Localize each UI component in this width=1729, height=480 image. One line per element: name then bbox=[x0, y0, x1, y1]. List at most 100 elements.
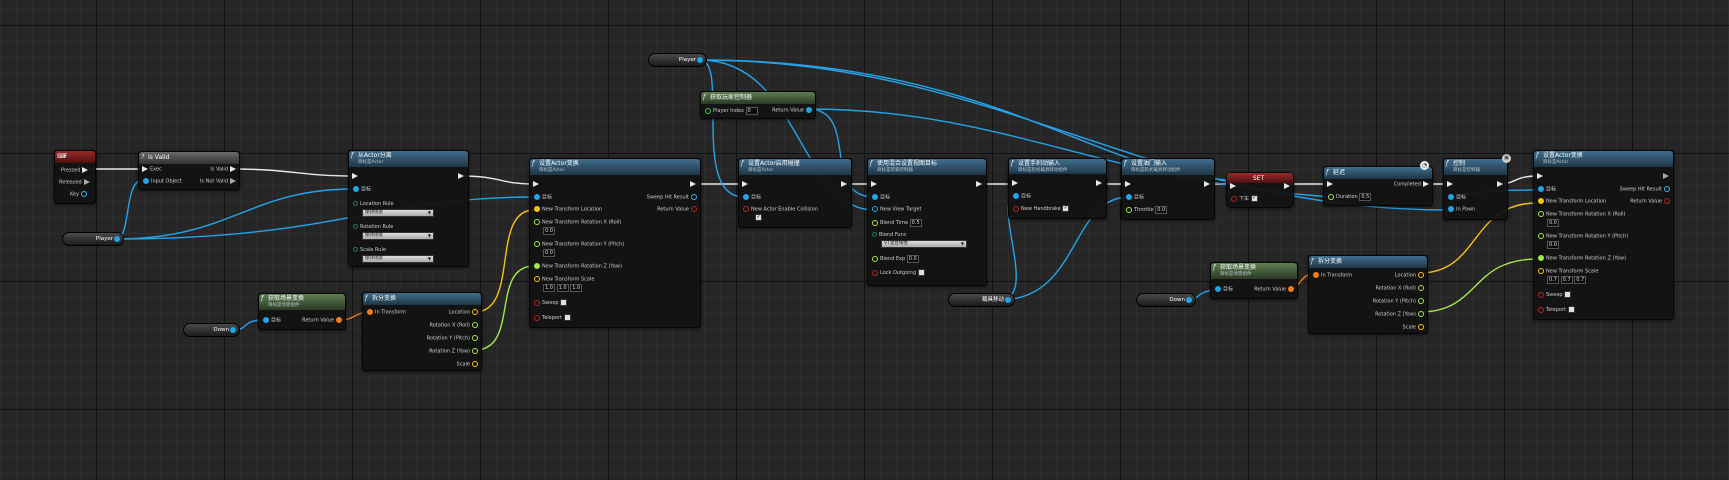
float-pin-icon[interactable] bbox=[1538, 233, 1544, 239]
float-pin-icon[interactable] bbox=[534, 241, 540, 247]
struct-pin-icon[interactable] bbox=[691, 194, 697, 200]
target-pin[interactable]: 目标 bbox=[1536, 186, 1556, 194]
transform-pin-icon[interactable] bbox=[336, 317, 342, 323]
exec-pin-icon[interactable] bbox=[1497, 181, 1503, 187]
exec-output-pin[interactable] bbox=[1282, 183, 1292, 191]
target-pin[interactable]: 目标 bbox=[1124, 194, 1144, 202]
target-pin[interactable]: 目标 bbox=[1213, 286, 1233, 294]
set-view-target-with-blend-node[interactable]: f 使用混合设置视图目标 目标是玩家控制器 目标 New View Target B… bbox=[867, 158, 987, 286]
exec-pin-icon[interactable] bbox=[458, 173, 464, 179]
blend-time-pin[interactable]: Blend Time 0.5 bbox=[870, 219, 922, 227]
set-handbrake-input-body[interactable]: 目标 New Handbrake ✓ bbox=[1008, 174, 1107, 219]
enable-collision-pin[interactable]: New Actor Enable Collision bbox=[741, 206, 818, 214]
scale-pin[interactable]: Scale bbox=[1403, 324, 1426, 332]
exec-pin-icon[interactable] bbox=[82, 167, 89, 173]
rotation-z-pin[interactable]: Rotation Z (Yaw) bbox=[1375, 311, 1426, 319]
sweep-pin[interactable]: Sweep bbox=[532, 299, 568, 307]
rotation-y-pin[interactable]: Rotation Y (Pitch) bbox=[1373, 298, 1426, 306]
object-pin-icon[interactable] bbox=[263, 317, 269, 323]
throttle-pin[interactable]: Throttle 0.0 bbox=[1124, 206, 1168, 214]
exec-input-pin[interactable] bbox=[1445, 181, 1455, 189]
exec-pin-icon[interactable] bbox=[533, 181, 539, 187]
new-rotation-y-value[interactable]: 0.0 bbox=[543, 249, 555, 257]
exec-pin-icon[interactable] bbox=[1327, 181, 1333, 187]
set-variable-node[interactable]: SET 下车 ✓ bbox=[1226, 172, 1294, 208]
input-object-pin[interactable]: Input Object bbox=[141, 178, 182, 186]
get-player-controller-node[interactable]: f 获取玩家控制器 Player Index 0 Return Value bbox=[700, 91, 816, 119]
transform-pin-icon[interactable] bbox=[367, 309, 373, 315]
new-rotation-x-value[interactable]: 0.0 bbox=[543, 227, 555, 235]
teleport-checkbox[interactable] bbox=[563, 314, 571, 321]
key-f-event-node[interactable]: ⌨ F Pressed Released Key bbox=[54, 150, 96, 204]
rotation-rule-pin[interactable]: Rotation Rule bbox=[351, 224, 393, 231]
sweep-checkbox[interactable] bbox=[1564, 291, 1572, 298]
rotation-z-pin[interactable]: Rotation Z (Yaw) bbox=[429, 348, 480, 356]
float-pin-icon[interactable] bbox=[1418, 298, 1424, 304]
blend-exp-input[interactable]: 0.0 bbox=[906, 255, 919, 263]
exec-pin-icon[interactable] bbox=[230, 178, 236, 184]
object-pin-icon[interactable] bbox=[534, 194, 540, 200]
exec-pin-icon[interactable] bbox=[142, 166, 148, 172]
player-index-pin[interactable]: Player Index 0 bbox=[703, 107, 758, 115]
exec-output-pin[interactable] bbox=[1661, 173, 1671, 181]
target-pin[interactable]: 目标 bbox=[532, 194, 552, 202]
target-pin[interactable]: 目标 bbox=[870, 194, 890, 202]
struct-pin-icon[interactable] bbox=[81, 191, 88, 197]
get-world-transform-node[interactable]: f 获取场景变换 目标是场景组件 目标 Return Value bbox=[258, 293, 346, 330]
exec-input-pin[interactable] bbox=[869, 181, 879, 189]
exec-pin-icon[interactable] bbox=[742, 181, 748, 187]
possess-node[interactable]: f 控制 目标是控制器 ▣ 目标 In Pawn bbox=[1443, 154, 1511, 220]
target-pin[interactable]: 目标 bbox=[351, 186, 371, 194]
float-pin-icon[interactable] bbox=[1538, 211, 1544, 217]
teleport-pin[interactable]: Teleport bbox=[1536, 306, 1575, 314]
exec-pin-icon[interactable] bbox=[352, 173, 358, 179]
exec-pin-icon[interactable] bbox=[1447, 181, 1453, 187]
object-pin-icon[interactable] bbox=[353, 186, 359, 192]
boolean-pin-icon[interactable] bbox=[1664, 198, 1670, 204]
float-pin-icon[interactable] bbox=[1126, 206, 1132, 213]
transform-pin-icon[interactable] bbox=[1313, 272, 1319, 278]
target-pin[interactable]: 目标 bbox=[741, 194, 761, 202]
object-pin-icon[interactable] bbox=[697, 57, 703, 63]
exec-output-pin[interactable] bbox=[688, 181, 698, 189]
down-variable-node[interactable]: Down bbox=[1136, 293, 1196, 307]
blueprint-graph-canvas[interactable]: ⌨ F Pressed Released Key ? Is Valid Exec I… bbox=[0, 0, 1729, 480]
duration-pin[interactable]: Duration 0.5 bbox=[1326, 193, 1372, 201]
new-rotation-x-pin[interactable]: New Transform Rotation X (Roll) bbox=[532, 219, 621, 227]
new-rotation-z-pin[interactable]: New Transform Rotation Z (Yaw) bbox=[532, 263, 622, 271]
enum-pin-icon[interactable] bbox=[353, 201, 358, 206]
object-pin-icon[interactable] bbox=[806, 107, 812, 113]
sweep-hit-result-pin[interactable]: Sweep Hit Result bbox=[647, 194, 699, 202]
new-scale-pin[interactable]: New Transform Scale bbox=[1536, 268, 1598, 276]
new-handbrake-pin[interactable]: New Handbrake ✓ bbox=[1011, 205, 1070, 213]
exec-pin-icon[interactable] bbox=[1096, 180, 1102, 186]
break-transform-node[interactable]: f 拆分变换 In Transform Location Rotation X (… bbox=[362, 292, 482, 371]
object-pin-icon[interactable] bbox=[1013, 193, 1019, 199]
get-world-transform-node[interactable]: f 获取场景变换 目标是场景组件 目标 Return Value bbox=[1210, 262, 1298, 299]
object-pin-icon[interactable] bbox=[872, 194, 878, 200]
boolean-pin-icon[interactable] bbox=[1538, 306, 1544, 313]
lock-outgoing-checkbox[interactable] bbox=[917, 269, 925, 276]
exec-output-pin[interactable] bbox=[839, 181, 849, 189]
exec-input-pin[interactable] bbox=[740, 181, 750, 189]
boolean-pin-icon[interactable] bbox=[1013, 205, 1019, 212]
exec-output-pin[interactable] bbox=[1094, 180, 1104, 188]
new-rotation-y-pin[interactable]: New Transform Rotation Y (Pitch) bbox=[1536, 233, 1628, 241]
set-throttle-input-node[interactable]: f 设置油门输入 目标是轮式载具移动组件 目标 Throttle 0.0 bbox=[1121, 158, 1215, 220]
exec-input-pin[interactable] bbox=[1325, 181, 1335, 189]
object-pin-icon[interactable] bbox=[230, 327, 236, 333]
transform-pin-icon[interactable] bbox=[1288, 286, 1294, 292]
exec-pin-icon[interactable] bbox=[1537, 173, 1543, 179]
player-index-input[interactable]: 0 bbox=[745, 107, 758, 115]
released-pin[interactable]: Released bbox=[59, 179, 92, 187]
throttle-input[interactable]: 0.0 bbox=[1155, 206, 1168, 214]
vector-pin-icon[interactable] bbox=[472, 309, 478, 315]
new-view-target-pin[interactable]: New View Target bbox=[870, 206, 921, 214]
exec-pin-icon[interactable] bbox=[871, 181, 877, 187]
boolean-pin-icon[interactable] bbox=[691, 206, 697, 212]
exec-pin-icon[interactable] bbox=[1284, 183, 1290, 189]
enable-collision-checkbox[interactable]: ✓ bbox=[755, 214, 762, 222]
target-pin[interactable]: 目标 bbox=[261, 317, 281, 325]
in-transform-pin[interactable]: In Transform bbox=[365, 309, 406, 317]
enum-pin-icon[interactable] bbox=[353, 224, 358, 229]
